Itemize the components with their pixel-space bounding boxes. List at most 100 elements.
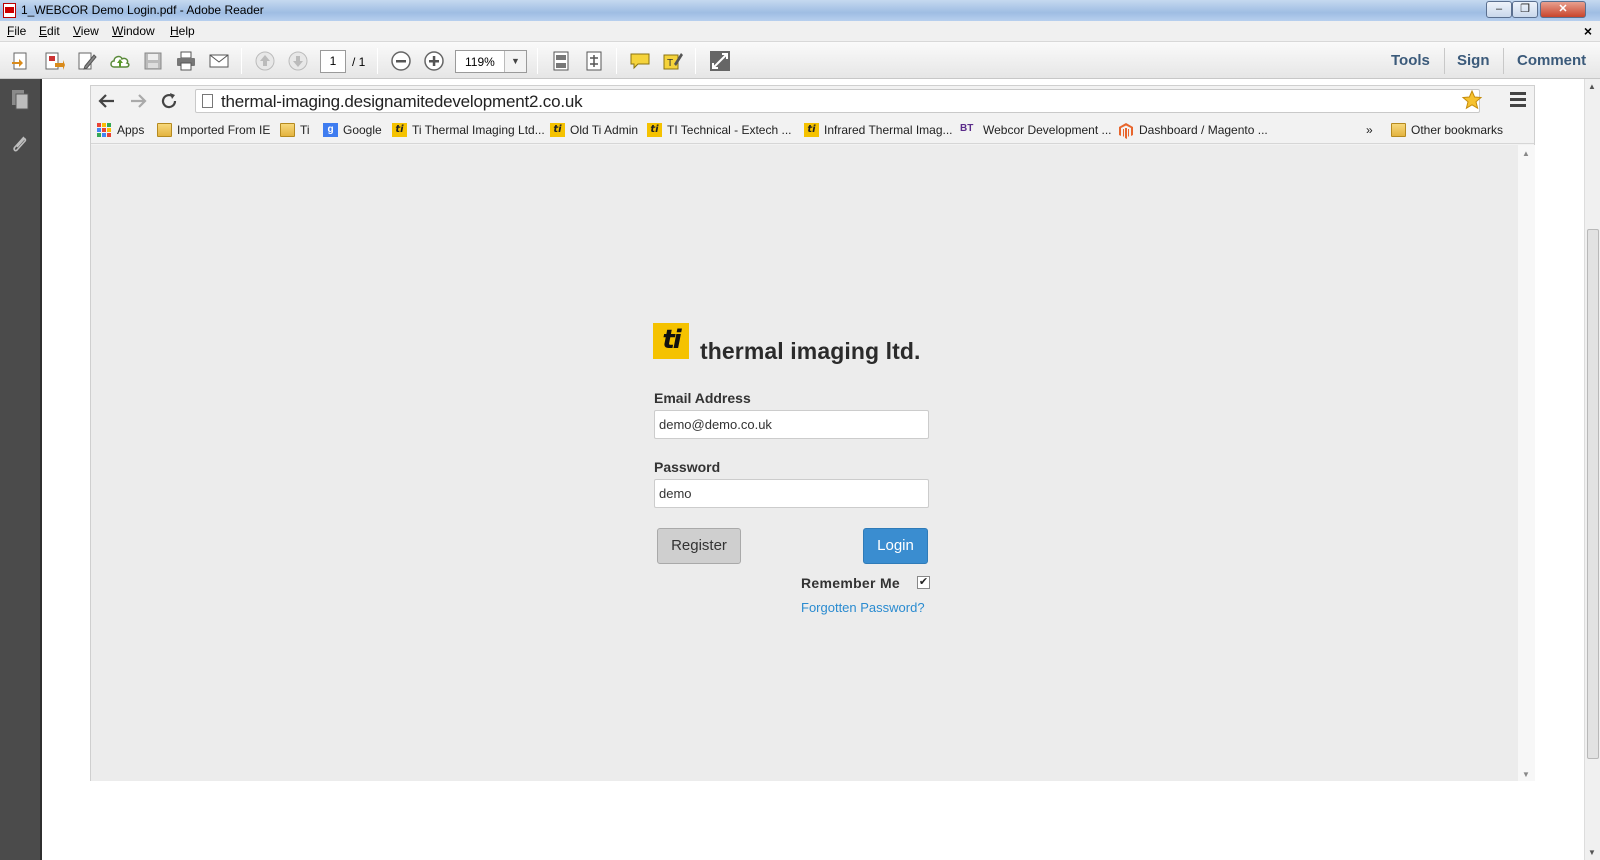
create-pdf-icon[interactable] <box>10 50 32 72</box>
page-icon <box>202 94 213 108</box>
bookmark-apps[interactable]: Apps <box>97 122 144 138</box>
scroll-down-icon[interactable]: ▼ <box>1522 770 1530 779</box>
magento-logo-icon <box>1119 123 1134 139</box>
scroll-down-icon[interactable]: ▼ <box>1588 848 1596 857</box>
toolbar-separator <box>695 48 696 74</box>
bookmarks-bar: Apps Imported From IE Ti g Google ti Ti … <box>91 116 1534 144</box>
bookmark-label: Dashboard / Magento ... <box>1139 123 1268 137</box>
bookmark-ti[interactable]: Ti <box>280 122 310 138</box>
zoom-in-icon[interactable] <box>423 50 445 72</box>
close-document-button[interactable]: × <box>1584 23 1592 39</box>
tools-pane-link[interactable]: Tools <box>1391 52 1430 69</box>
ti-logo: ti <box>653 323 689 359</box>
toolbar-separator <box>377 48 378 74</box>
forward-arrow-icon[interactable] <box>127 90 149 112</box>
register-button[interactable]: Register <box>657 528 741 564</box>
folder-icon <box>1391 123 1406 137</box>
bookmark-old-ti-admin[interactable]: ti Old Ti Admin <box>550 122 638 138</box>
scroll-up-icon[interactable]: ▲ <box>1522 149 1530 158</box>
bookmark-imported-from-ie[interactable]: Imported From IE <box>157 122 270 138</box>
ti-logo-icon: ti <box>647 123 662 137</box>
scrollbar-thumb[interactable] <box>1587 229 1599 759</box>
toolbar-separator <box>241 48 242 74</box>
menu-window[interactable]: Window <box>112 24 155 38</box>
url-text: thermal-imaging.designamitedevelopment2.… <box>221 92 583 111</box>
bookmark-label: Infrared Thermal Imag... <box>824 123 953 137</box>
ti-logo-icon: ti <box>392 123 407 137</box>
export-pdf-icon[interactable] <box>43 50 65 72</box>
menu-view[interactable]: View <box>73 24 99 38</box>
toolbar-separator <box>537 48 538 74</box>
bookmark-label: Other bookmarks <box>1411 123 1504 137</box>
bookmark-label: Old Ti Admin <box>570 123 639 137</box>
remember-me-checkbox[interactable]: ✔ <box>917 576 930 589</box>
full-screen-icon[interactable] <box>709 50 731 72</box>
folder-icon <box>280 123 295 137</box>
email-input[interactable] <box>654 410 929 439</box>
password-label: Password <box>654 459 721 475</box>
chevron-down-icon[interactable]: ▼ <box>504 51 526 72</box>
bookmark-google[interactable]: g Google <box>323 122 382 138</box>
bookmark-infrared-thermal[interactable]: ti Infrared Thermal Imag... <box>804 122 953 138</box>
document-scrollbar[interactable]: ▲ ▼ <box>1584 79 1600 860</box>
apps-grid-icon <box>97 123 112 137</box>
bookmark-label: Apps <box>117 123 145 137</box>
restore-button[interactable]: ❐ <box>1512 1 1538 18</box>
bookmark-other-bookmarks[interactable]: Other bookmarks <box>1391 122 1503 138</box>
brand-name: thermal imaging ltd. <box>700 338 921 364</box>
toolbar-separator <box>616 48 617 74</box>
save-icon[interactable] <box>142 50 164 72</box>
page-number-input[interactable]: 1 <box>320 50 346 73</box>
page-scrollbar[interactable]: ▲ ▼ <box>1518 145 1535 781</box>
bookmark-ti-technical[interactable]: ti TI Technical - Extech ... <box>647 122 792 138</box>
bookmark-star-icon[interactable] <box>1461 89 1483 111</box>
cloud-upload-icon[interactable] <box>109 50 131 72</box>
svg-text:T: T <box>667 58 673 69</box>
edit-pdf-icon[interactable] <box>76 50 98 72</box>
close-window-button[interactable]: ✕ <box>1540 1 1586 18</box>
bookmark-label: Ti <box>300 123 310 137</box>
email-icon[interactable] <box>208 50 230 72</box>
highlight-text-icon[interactable]: T <box>662 50 684 72</box>
email-label: Email Address <box>654 390 751 406</box>
print-icon[interactable] <box>175 50 197 72</box>
attachments-paperclip-icon[interactable] <box>8 131 32 157</box>
login-button[interactable]: Login <box>863 528 928 564</box>
adobe-reader-icon <box>3 3 16 18</box>
left-navigation-pane <box>0 79 42 860</box>
minimize-button[interactable]: ‒ <box>1486 1 1512 18</box>
forgotten-password-link[interactable]: Forgotten Password? <box>801 600 925 615</box>
menu-file[interactable]: File <box>7 24 26 38</box>
password-input[interactable] <box>654 479 929 508</box>
next-page-icon[interactable] <box>287 50 309 72</box>
fit-page-icon[interactable] <box>550 50 572 72</box>
zoom-out-icon[interactable] <box>390 50 412 72</box>
zoom-select[interactable]: 119% ▼ <box>455 50 527 73</box>
browser-screenshot: thermal-imaging.designamitedevelopment2.… <box>90 85 1535 781</box>
back-arrow-icon[interactable] <box>96 90 118 112</box>
scroll-up-icon[interactable]: ▲ <box>1588 82 1596 91</box>
bt-logo-icon: BT <box>960 123 974 134</box>
sticky-note-icon[interactable] <box>629 50 651 72</box>
zoom-value: 119% <box>465 55 495 69</box>
previous-page-icon[interactable] <box>254 50 276 72</box>
ti-logo-icon: ti <box>550 123 565 137</box>
sign-pane-link[interactable]: Sign <box>1457 52 1490 69</box>
menu-edit[interactable]: Edit <box>39 24 60 38</box>
bookmark-dashboard-magento[interactable]: Dashboard / Magento ... <box>1119 122 1268 139</box>
address-bar[interactable]: thermal-imaging.designamitedevelopment2.… <box>195 89 1480 113</box>
browser-menu-icon[interactable] <box>1510 92 1526 108</box>
bookmark-ti-thermal-imaging[interactable]: ti Ti Thermal Imaging Ltd... <box>392 122 545 138</box>
login-page: ti thermal imaging ltd. Email Address Pa… <box>91 145 1518 781</box>
bookmark-webcor-development[interactable]: BT Webcor Development ... <box>960 122 1112 138</box>
page-thumbnails-icon[interactable] <box>8 87 32 113</box>
fit-width-icon[interactable] <box>583 50 605 72</box>
menu-help[interactable]: Help <box>170 24 195 38</box>
reload-icon[interactable] <box>158 90 180 112</box>
menu-bar: File Edit View Window Help × <box>0 21 1600 42</box>
browser-nav-bar: thermal-imaging.designamitedevelopment2.… <box>91 86 1534 116</box>
bookmark-label: TI Technical - Extech ... <box>667 123 792 137</box>
toolbar: 1 / 1 119% ▼ T Tools Sign Comment <box>0 42 1600 79</box>
bookmarks-overflow-chevron-icon[interactable]: » <box>1366 122 1373 138</box>
comment-pane-link[interactable]: Comment <box>1517 52 1586 69</box>
